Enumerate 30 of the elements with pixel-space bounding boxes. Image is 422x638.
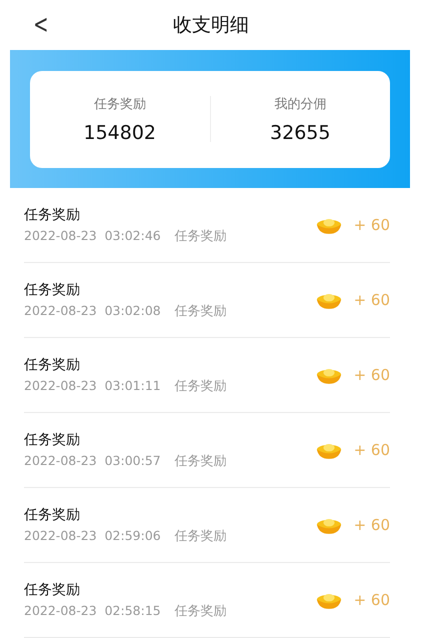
record-type: 任务奖励: [174, 302, 227, 320]
record-amount: + 60: [354, 516, 390, 534]
record-time: 2022-08-23 03:01:11: [24, 378, 161, 392]
record-title: 任务奖励: [24, 356, 81, 374]
record-type: 任务奖励: [174, 378, 227, 394]
record-title: 任务奖励: [24, 430, 81, 448]
record-type: 任务奖励: [174, 452, 227, 470]
record-title: 任务奖励: [24, 506, 81, 524]
record-type: 任务奖励: [174, 528, 227, 544]
stat-value: 154802: [83, 122, 156, 144]
record-title: 任务奖励: [24, 580, 81, 598]
page-title: 收支明细: [173, 13, 249, 38]
record-time: 2022-08-23 03:02:46: [24, 228, 161, 242]
stat-label: 任务奖励: [94, 96, 146, 112]
record-time: 2022-08-23 02:58:15: [24, 602, 161, 618]
record-time: 2022-08-23 03:02:08: [24, 302, 161, 318]
back-button[interactable]: <: [30, 10, 52, 40]
record-amount: + 60: [354, 216, 390, 234]
record-time: 2022-08-23 02:59:06: [24, 528, 161, 542]
record-type: 任务奖励: [174, 602, 227, 620]
stat-label: 我的分佣: [274, 96, 326, 112]
record-title: 任务奖励: [24, 280, 81, 298]
record-amount: + 60: [354, 591, 390, 609]
record-title: 任务奖励: [24, 206, 81, 224]
record-time: 2022-08-23 03:00:57: [24, 452, 161, 468]
record-amount: + 60: [354, 441, 390, 459]
record-amount: + 60: [354, 291, 390, 309]
stat-value: 32655: [270, 122, 330, 144]
record-type: 任务奖励: [174, 228, 227, 244]
record-amount: + 60: [354, 366, 390, 384]
